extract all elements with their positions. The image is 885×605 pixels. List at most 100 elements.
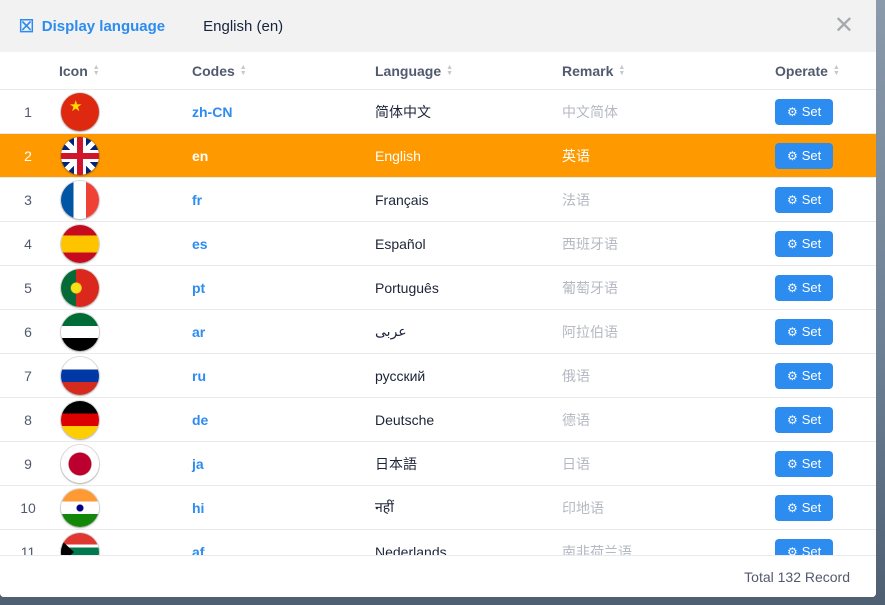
table-header-row: Icon ▲▼ Codes ▲▼ Language ▲▼ Remark ▲▼ O… <box>0 52 876 90</box>
language-remark: 南非荷兰语 <box>562 530 772 555</box>
language-name: Deutsche <box>375 398 562 441</box>
language-code: ja <box>192 442 375 485</box>
table-row[interactable]: 4 es Español 西班牙语 ⚙ Set <box>0 222 876 266</box>
language-remark: 日语 <box>562 442 772 485</box>
set-button[interactable]: ⚙ Set <box>775 275 833 301</box>
language-code: ar <box>192 310 375 353</box>
flag-in-icon <box>61 489 99 527</box>
set-button[interactable]: ⚙ Set <box>775 363 833 389</box>
dialog-footer: Total 132 Record <box>0 555 876 597</box>
language-name: عربى <box>375 310 562 353</box>
row-index: 1 <box>0 90 56 133</box>
language-name: 日本語 <box>375 442 562 485</box>
set-button-label: Set <box>802 280 822 295</box>
dialog-title: Display language <box>42 18 165 35</box>
gear-icon: ⚙ <box>787 458 798 470</box>
language-remark: 法语 <box>562 178 772 221</box>
flag-za-icon <box>61 533 99 556</box>
flag-cn-icon <box>61 93 99 131</box>
column-header-icon[interactable]: Icon ▲▼ <box>56 52 192 89</box>
language-remark: 葡萄牙语 <box>562 266 772 309</box>
flag-de-icon <box>61 401 99 439</box>
language-name: English <box>375 134 562 177</box>
row-index: 9 <box>0 442 56 485</box>
set-button-label: Set <box>802 236 822 251</box>
set-button[interactable]: ⚙ Set <box>775 143 833 169</box>
sort-icon[interactable]: ▲▼ <box>833 65 840 77</box>
gear-icon: ⚙ <box>787 194 798 206</box>
table-row[interactable]: 3 fr Français 法语 ⚙ Set <box>0 178 876 222</box>
gear-icon: ⚙ <box>787 502 798 514</box>
table-row[interactable]: 2 en English 英语 ⚙ Set <box>0 134 876 178</box>
set-button[interactable]: ⚙ Set <box>775 187 833 213</box>
gear-icon: ⚙ <box>787 150 798 162</box>
language-name: Français <box>375 178 562 221</box>
table-row[interactable]: 6 ar عربى 阿拉伯语 ⚙ Set <box>0 310 876 354</box>
close-icon[interactable]: ✕ <box>830 14 858 38</box>
language-remark: 英语 <box>562 134 772 177</box>
table-row[interactable]: 7 ru русский 俄语 ⚙ Set <box>0 354 876 398</box>
column-header-remark[interactable]: Remark ▲▼ <box>562 52 772 89</box>
row-index: 2 <box>0 134 56 177</box>
set-button-label: Set <box>802 412 822 427</box>
flag-ja-icon <box>61 445 99 483</box>
row-index: 11 <box>0 530 56 555</box>
language-name: русский <box>375 354 562 397</box>
language-code: af <box>192 530 375 555</box>
table-row[interactable]: 10 hi नहीं 印地语 ⚙ Set <box>0 486 876 530</box>
language-table-body: 1 zh-CN 简体中文 中文简体 ⚙ Set 2 en English 英语 … <box>0 90 876 555</box>
language-remark: 西班牙语 <box>562 222 772 265</box>
language-code: zh-CN <box>192 90 375 133</box>
language-remark: 阿拉伯语 <box>562 310 772 353</box>
table-row[interactable]: 5 pt Português 葡萄牙语 ⚙ Set <box>0 266 876 310</box>
sort-icon[interactable]: ▲▼ <box>93 65 100 77</box>
column-header-language[interactable]: Language ▲▼ <box>375 52 562 89</box>
sort-icon[interactable]: ▲▼ <box>618 65 625 77</box>
current-language-label: English (en) <box>203 18 283 35</box>
language-code: es <box>192 222 375 265</box>
row-index: 10 <box>0 486 56 529</box>
gear-icon: ⚙ <box>787 238 798 250</box>
language-name: Nederlands <box>375 530 562 555</box>
gear-icon: ⚙ <box>787 370 798 382</box>
set-button[interactable]: ⚙ Set <box>775 407 833 433</box>
language-code: pt <box>192 266 375 309</box>
language-code: en <box>192 134 375 177</box>
column-header-operate[interactable]: Operate ▲▼ <box>772 52 876 89</box>
set-button[interactable]: ⚙ Set <box>775 539 833 556</box>
set-button-label: Set <box>802 544 822 555</box>
set-button-label: Set <box>802 324 822 339</box>
gear-icon: ⚙ <box>787 326 798 338</box>
set-button-label: Set <box>802 104 822 119</box>
row-index: 3 <box>0 178 56 221</box>
table-row[interactable]: 8 de Deutsche 德语 ⚙ Set <box>0 398 876 442</box>
set-button-label: Set <box>802 368 822 383</box>
set-button-label: Set <box>802 500 822 515</box>
set-button[interactable]: ⚙ Set <box>775 451 833 477</box>
language-code: de <box>192 398 375 441</box>
gear-icon: ⚙ <box>787 546 798 556</box>
sort-icon[interactable]: ▲▼ <box>240 65 247 77</box>
set-button-label: Set <box>802 148 822 163</box>
column-header-codes[interactable]: Codes ▲▼ <box>192 52 375 89</box>
set-button[interactable]: ⚙ Set <box>775 319 833 345</box>
table-row[interactable]: 1 zh-CN 简体中文 中文简体 ⚙ Set <box>0 90 876 134</box>
row-index: 6 <box>0 310 56 353</box>
row-index: 7 <box>0 354 56 397</box>
row-index: 8 <box>0 398 56 441</box>
set-button[interactable]: ⚙ Set <box>775 495 833 521</box>
language-name: नहीं <box>375 486 562 529</box>
set-button[interactable]: ⚙ Set <box>775 231 833 257</box>
language-box-icon: ⊠ <box>18 16 35 36</box>
flag-pt-icon <box>61 269 99 307</box>
sort-icon[interactable]: ▲▼ <box>446 65 453 77</box>
language-remark: 中文简体 <box>562 90 772 133</box>
table-row[interactable]: 9 ja 日本語 日语 ⚙ Set <box>0 442 876 486</box>
language-name: 简体中文 <box>375 90 562 133</box>
language-code: ru <box>192 354 375 397</box>
set-button[interactable]: ⚙ Set <box>775 99 833 125</box>
index-column-header <box>0 52 56 89</box>
table-row[interactable]: 11 af Nederlands 南非荷兰语 ⚙ Set <box>0 530 876 555</box>
row-index: 5 <box>0 266 56 309</box>
language-remark: 德语 <box>562 398 772 441</box>
